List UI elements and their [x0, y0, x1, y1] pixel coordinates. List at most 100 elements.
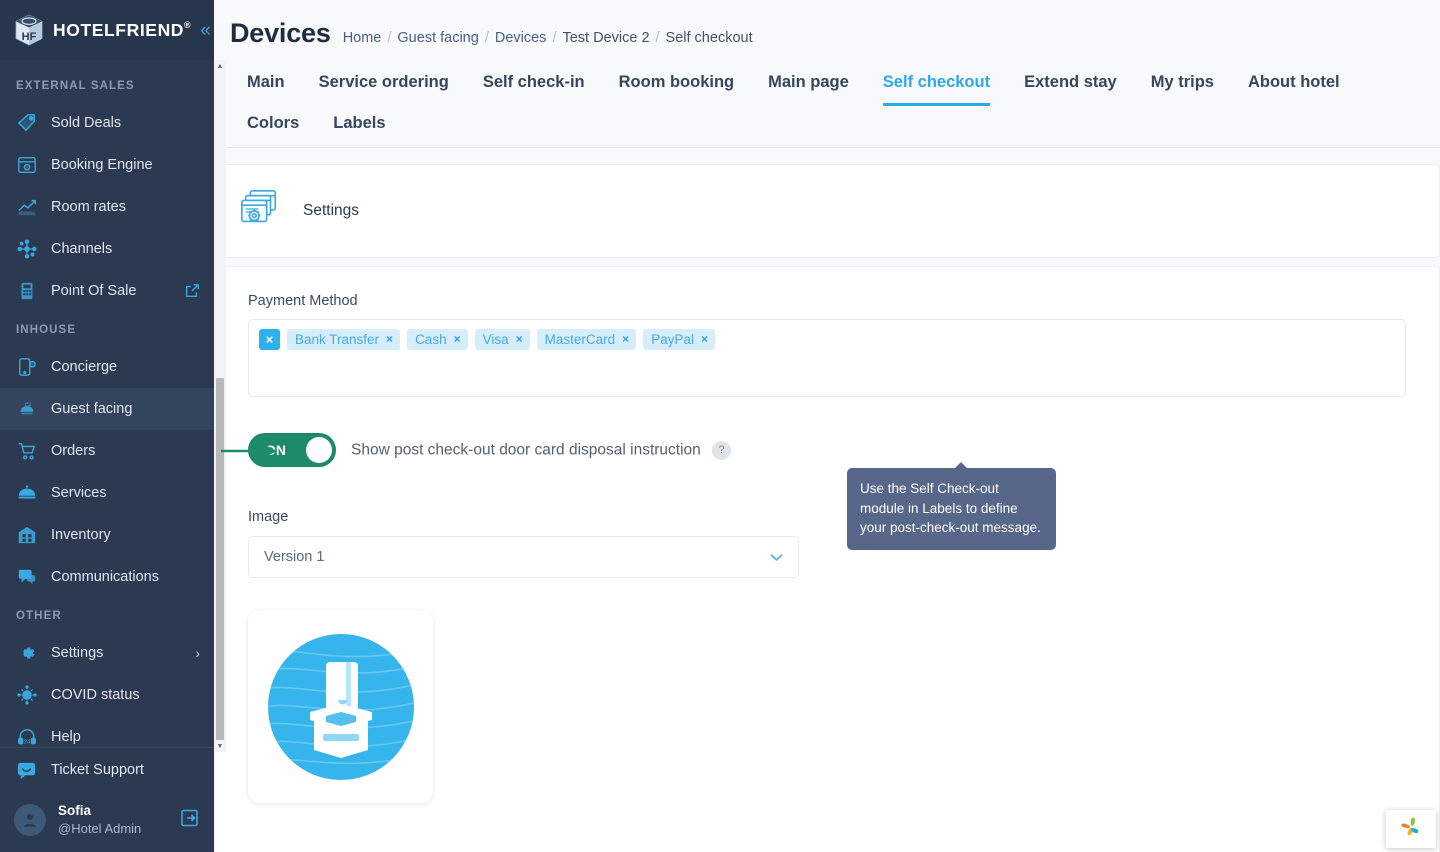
toggle-state-label: ON [265, 442, 286, 458]
sidebar-item-sold-deals[interactable]: Sold Deals [0, 102, 214, 144]
payment-tag-paypal: PayPal × [643, 329, 715, 350]
page-header: Devices Home / Guest facing / Devices / … [214, 0, 1440, 49]
virus-icon [16, 685, 37, 706]
sidebar-item-ticket-support[interactable]: Ticket Support [0, 748, 214, 792]
payment-tag-label: MasterCard [544, 331, 616, 347]
tab-self-checkout[interactable]: Self checkout [866, 65, 1007, 106]
settings-card-header: Settings [214, 164, 1440, 258]
image-version-value: Version 1 [264, 549, 325, 565]
application-root: HF HOTELFRIEND ® « EXTERNAL SALES Sold De… [0, 0, 1440, 852]
sidebar-item-channels[interactable]: Channels [0, 228, 214, 270]
hotelfriend-logo-icon: HF [14, 14, 44, 46]
breadcrumb-item-test-device-2[interactable]: Test Device 2 [562, 30, 649, 46]
svg-text:24: 24 [23, 739, 30, 745]
tab-labels[interactable]: Labels [316, 106, 402, 147]
image-version-select[interactable]: Version 1 [248, 536, 799, 578]
sidebar-item-label: Help [51, 729, 81, 745]
chat-smile-icon [16, 760, 37, 781]
brand-name: HOTELFRIEND ® [53, 20, 191, 41]
chat-bubbles-icon [16, 567, 37, 588]
tab-colors[interactable]: Colors [230, 106, 316, 147]
pos-terminal-icon [16, 281, 37, 302]
chevron-right-icon[interactable]: › [195, 645, 200, 661]
chevron-down-icon[interactable] [770, 550, 783, 565]
toggle-description-text: Show post check-out door card disposal i… [351, 441, 701, 459]
remove-tag-icon[interactable]: × [386, 332, 393, 346]
sidebar-item-label: Orders [51, 443, 96, 459]
sidebar-item-label: Channels [51, 241, 113, 257]
support-widget-button[interactable] [1386, 810, 1436, 848]
tab-extend-stay[interactable]: Extend stay [1007, 65, 1134, 106]
sidebar-item-help[interactable]: 24 Help [0, 716, 214, 747]
breadcrumb-item-guest-facing[interactable]: Guest facing [397, 30, 478, 46]
brand-registered-mark: ® [184, 19, 192, 30]
tab-main-page[interactable]: Main page [751, 65, 866, 106]
nav-group-title-external-sales: EXTERNAL SALES [16, 80, 135, 92]
page-title: Devices [230, 18, 331, 48]
breadcrumb-item-devices[interactable]: Devices [495, 30, 547, 46]
remove-tag-icon[interactable]: × [622, 332, 629, 346]
image-preview-tile[interactable] [248, 610, 433, 803]
help-tooltip: Use the Self Check-out module in Labels … [847, 462, 1056, 550]
logout-icon[interactable] [180, 808, 200, 833]
svg-text:HF: HF [22, 31, 37, 43]
payment-tag-label: Cash [415, 331, 447, 347]
sidebar-item-covid-status[interactable]: COVID status [0, 674, 214, 716]
breadcrumb-separator: / [387, 30, 392, 46]
payment-tag-cash: Cash × [407, 329, 468, 350]
tab-my-trips[interactable]: My trips [1134, 65, 1231, 106]
remove-tag-icon[interactable]: × [701, 332, 708, 346]
sidebar-item-room-rates[interactable]: Room rates [0, 186, 214, 228]
breadcrumb: Home / Guest facing / Devices / Test Dev… [343, 30, 753, 46]
door-card-instruction-toggle[interactable]: ON [248, 433, 336, 467]
tab-self-check-in[interactable]: Self check-in [466, 65, 602, 106]
door-card-instruction-label: Show post check-out door card disposal i… [351, 440, 732, 460]
sidebar: HF HOTELFRIEND ® « EXTERNAL SALES Sold De… [0, 0, 214, 852]
network-nodes-icon [16, 239, 37, 260]
tab-room-booking[interactable]: Room booking [602, 65, 751, 106]
door-card-instruction-row: ON Show post check-out door card disposa… [248, 433, 1406, 467]
scrollbar-thumb[interactable] [216, 378, 224, 743]
tag-icon [16, 113, 37, 134]
sidebar-item-inventory[interactable]: Inventory [0, 514, 214, 556]
sidebar-user-row[interactable]: Sofia @Hotel Admin [0, 792, 214, 852]
external-link-icon[interactable] [184, 283, 200, 299]
sidebar-item-booking-engine[interactable]: Booking Engine [0, 144, 214, 186]
sidebar-collapse-button[interactable]: « [200, 21, 213, 40]
help-icon[interactable]: ? [712, 440, 732, 460]
payment-tag-mastercard: MasterCard × [536, 329, 637, 350]
sidebar-item-services[interactable]: Services [0, 472, 214, 514]
clear-all-tags-button[interactable]: × [259, 329, 280, 350]
payment-tag-label: PayPal [651, 331, 694, 347]
scrollbar-up-arrow[interactable]: ▲ [214, 60, 226, 72]
remove-tag-icon[interactable]: × [454, 332, 461, 346]
sidebar-item-label: Ticket Support [51, 762, 144, 779]
sidebar-item-communications[interactable]: Communications [0, 556, 214, 598]
tab-service-ordering[interactable]: Service ordering [302, 65, 466, 106]
brand-name-text: HOTELFRIEND [53, 19, 185, 40]
payment-method-tag-input[interactable]: × Bank Transfer × Cash × Visa × MasterCa… [248, 319, 1406, 397]
sidebar-item-settings[interactable]: Settings › [0, 632, 214, 674]
sidebar-item-label: Services [51, 485, 107, 501]
image-section-label: Image [248, 509, 289, 525]
shopping-cart-icon [16, 441, 37, 462]
user-avatar-icon [14, 804, 46, 837]
settings-card-title: Settings [303, 202, 360, 219]
sidebar-item-concierge[interactable]: Concierge [0, 346, 214, 388]
sidebar-item-point-of-sale[interactable]: Point Of Sale [0, 270, 214, 312]
settings-panel: Payment Method × Bank Transfer × Cash × … [214, 266, 1440, 852]
sidebar-item-label: Settings [51, 645, 104, 661]
sidebar-item-label: COVID status [51, 687, 140, 703]
tab-about-hotel[interactable]: About hotel [1231, 65, 1357, 106]
sidebar-bottom: Ticket Support Sofia @Hotel Admin [0, 747, 214, 852]
remove-tag-icon[interactable]: × [516, 332, 523, 346]
sidebar-item-orders[interactable]: Orders [0, 430, 214, 472]
scrollbar-down-arrow[interactable]: ▼ [214, 740, 226, 752]
sidebar-scrollbar[interactable]: ▲ ▼ [214, 60, 226, 752]
phone-gear-icon [16, 357, 37, 378]
sidebar-item-guest-facing[interactable]: Guest facing [0, 388, 214, 430]
settings-windows-gear-icon [239, 188, 281, 235]
tab-main[interactable]: Main [230, 65, 302, 106]
sidebar-item-label: Room rates [51, 199, 126, 215]
breadcrumb-item-home[interactable]: Home [343, 30, 382, 46]
